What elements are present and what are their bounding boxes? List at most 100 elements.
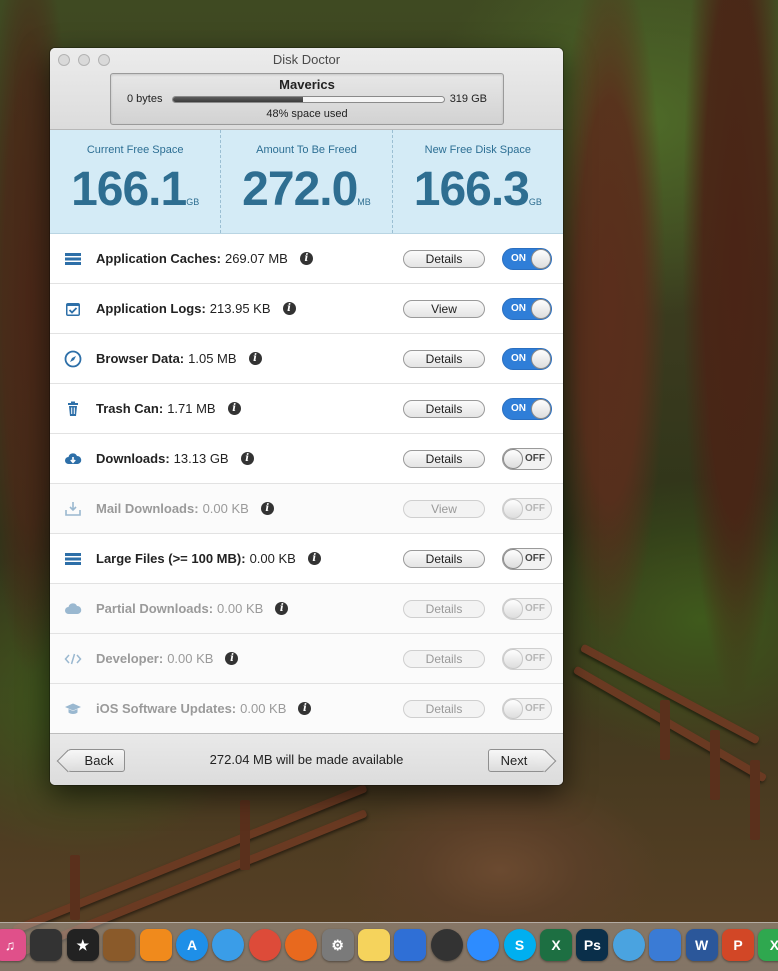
trash-icon [64,400,82,418]
info-icon[interactable]: i [298,702,312,715]
toggle-label: ON [511,303,526,314]
toggle-knob [503,549,523,569]
fence-post [660,700,670,760]
safari-icon[interactable] [212,929,245,961]
stat-number: 272.0 [242,163,358,216]
item-size: 0.00 KB [202,501,249,516]
item-name: Trash Can: [96,401,164,416]
monitor-icon[interactable] [649,929,682,961]
dvd-player-icon[interactable] [430,929,463,961]
cleanup-item-row: iOS Software Updates: 0.00 KB i Details OFF [50,684,563,734]
info-icon[interactable]: i [307,552,321,565]
stack-icon [64,550,82,568]
item-name: iOS Software Updates: [96,701,237,716]
fence-rail [579,643,761,745]
item-toggle[interactable]: ON [502,248,552,270]
keynote-icon[interactable] [394,929,427,961]
toggle-knob [531,349,551,369]
photoshop-icon[interactable]: Ps [576,929,609,961]
info-icon[interactable]: i [275,602,289,615]
imovie-star-icon[interactable]: ★ [66,929,99,961]
toggle-knob [503,599,523,619]
zoom-icon[interactable] [467,929,500,961]
disk-min-label: 0 bytes [127,93,163,105]
notes-icon[interactable] [358,929,390,961]
toggle-knob [503,449,523,469]
info-icon[interactable]: i [260,502,274,515]
compass-icon [64,350,82,368]
weather-icon[interactable] [612,929,645,961]
item-toggle[interactable]: OFF [502,448,552,470]
info-icon[interactable]: i [225,652,239,665]
disk-usage-bar [172,96,445,103]
item-view-button[interactable]: View [403,300,485,318]
cleanup-item-row: Mail Downloads: 0.00 KB i View OFF [50,484,563,534]
info-icon[interactable]: i [282,302,296,315]
disk-name: Maverics [279,77,335,92]
item-label: Large Files (>= 100 MB): 0.00 KB i [96,551,321,566]
cleanup-item-row: Partial Downloads: 0.00 KB i Details OFF [50,584,563,634]
item-toggle[interactable]: OFF [502,548,552,570]
item-label: Application Caches: 269.07 MB i [96,251,313,266]
item-size: 0.00 KB [167,651,214,666]
cleanup-item-row: Trash Can: 1.71 MB i Details ON [50,384,563,434]
calendar-check-icon [64,300,82,318]
item-name: Downloads: [96,451,170,466]
item-name: Mail Downloads: [96,501,199,516]
info-icon[interactable]: i [240,452,254,465]
info-icon[interactable]: i [248,352,262,365]
garageband-icon[interactable] [103,929,136,961]
firefox-icon[interactable] [285,929,318,961]
item-details-button[interactable]: Details [403,550,485,568]
chrome-icon[interactable] [248,929,281,961]
x-app-icon[interactable]: X [758,929,778,961]
disk-doctor-window: Disk Doctor Maverics 0 bytes 319 GB 48% … [50,48,563,785]
item-label: Developer: 0.00 KB i [96,651,239,666]
next-button[interactable]: Next [488,749,546,772]
word-icon[interactable]: W [685,929,718,961]
toggle-label: ON [511,353,526,364]
item-toggle[interactable]: OFF [502,598,552,620]
stat-label: Current Free Space [86,144,184,156]
item-details-button[interactable]: Details [403,400,485,418]
item-toggle[interactable]: ON [502,298,552,320]
toggle-knob [531,399,551,419]
stack-icon [64,250,82,268]
item-details-button[interactable]: Details [403,650,485,668]
info-icon[interactable]: i [227,402,241,415]
item-details-button[interactable]: Details [403,450,485,468]
item-details-button[interactable]: Details [403,250,485,268]
excel-icon[interactable]: X [540,929,572,961]
toggle-label: OFF [525,653,545,664]
item-name: Browser Data: [96,351,185,366]
itunes-icon[interactable]: ♫ [0,929,26,961]
item-name: Developer: [96,651,164,666]
item-details-button[interactable]: Details [403,700,485,718]
powerpoint-icon[interactable]: P [722,929,754,961]
app-store-icon[interactable]: A [176,929,208,961]
final-cut-icon[interactable] [30,929,63,961]
fence-rail [572,665,768,783]
item-toggle[interactable]: ON [502,348,552,370]
item-label: iOS Software Updates: 0.00 KB i [96,701,312,716]
cleanup-item-row: Application Logs: 213.95 KB i View ON [50,284,563,334]
item-details-button[interactable]: Details [403,600,485,618]
tray-download-icon [64,500,82,518]
item-toggle[interactable]: OFF [502,648,552,670]
toggle-knob [531,249,551,269]
item-toggle[interactable]: ON [502,398,552,420]
stat-number: 166.1 [71,163,187,216]
info-icon[interactable]: i [299,252,313,265]
item-toggle[interactable]: OFF [502,698,552,720]
disk-used-label: 48% space used [266,108,348,120]
stat-label: Amount To Be Freed [256,144,357,156]
item-details-button[interactable]: Details [403,350,485,368]
cleanup-item-row: Application Caches: 269.07 MB i Details ON [50,234,563,284]
item-view-button[interactable]: View [403,500,485,518]
stat-number: 166.3 [413,163,530,216]
item-toggle[interactable]: OFF [502,498,552,520]
skype-icon[interactable]: S [503,929,536,961]
system-preferences-icon[interactable]: ⚙ [321,929,354,961]
graduation-cap-icon [64,700,82,718]
ibooks-icon[interactable] [139,929,172,961]
